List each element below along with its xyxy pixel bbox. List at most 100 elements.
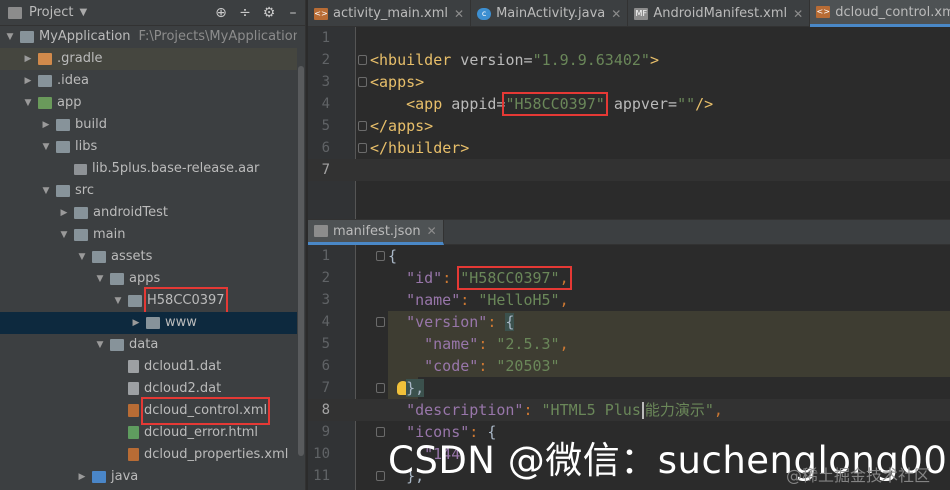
chevron-right-icon[interactable]: ▶ — [58, 202, 70, 224]
code-line: 1{ — [321, 247, 398, 265]
tree-item-androidtest[interactable]: ▶ androidTest — [0, 202, 297, 224]
chevron-down-icon[interactable]: ▼ — [58, 224, 70, 246]
chevron-right-icon[interactable]: ▶ — [40, 114, 52, 136]
tree-item-h58cc0397[interactable]: ▼ H58CC0397 — [0, 287, 297, 315]
close-icon[interactable]: ✕ — [454, 7, 464, 21]
appid-highlight-box: H58CC0397 — [144, 287, 228, 315]
archive-file-icon — [74, 164, 87, 175]
tree-item-app[interactable]: ▼ app — [0, 92, 297, 114]
appid-value-highlight-box: "H58CC0397" — [502, 92, 608, 116]
tree-item-dcloud-properties-xml[interactable]: dcloud_properties.xml — [0, 444, 297, 466]
tab-dcloud-control-xml[interactable]: <>dcloud_control.xml✕ — [810, 0, 950, 27]
folder-icon — [110, 339, 124, 351]
tree-item-data[interactable]: ▼ data — [0, 334, 297, 356]
scrollbar-thumb[interactable] — [298, 66, 304, 456]
folder-icon — [74, 229, 88, 241]
manifest-file-icon: MF — [634, 7, 649, 20]
tree-item-dcloud-error-html[interactable]: dcloud_error.html — [0, 422, 297, 444]
tree-item-build[interactable]: ▶ build — [0, 114, 297, 136]
project-icon — [8, 6, 22, 19]
close-icon[interactable]: ✕ — [793, 7, 803, 21]
file-icon — [128, 360, 139, 373]
tab-androidmanifest-xml[interactable]: MF AndroidManifest.xml ✕ — [628, 0, 811, 27]
folder-icon — [74, 207, 88, 219]
project-scrollbar[interactable] — [297, 26, 305, 490]
xml-editor[interactable]: 1 2 <hbuilder version="1.9.9.63402"> 3 <ap… — [308, 27, 950, 219]
tree-item-aar[interactable]: lib.5plus.base-release.aar — [0, 158, 297, 180]
tree-item-dcloud1-dat[interactable]: dcloud1.dat — [0, 356, 297, 378]
close-icon[interactable]: ✕ — [427, 224, 437, 238]
chevron-down-icon[interactable]: ▼ — [40, 180, 52, 202]
html-file-icon — [128, 426, 139, 439]
chevron-down-icon[interactable]: ▼ — [79, 7, 87, 18]
code-line: 3 <apps> — [321, 73, 425, 91]
code-line: 4 <app appid="H58CC0397" appver=""/> — [321, 92, 714, 116]
chevron-right-icon[interactable]: ▶ — [130, 312, 142, 334]
fold-marker-icon[interactable] — [376, 383, 385, 393]
fold-marker-icon[interactable] — [358, 121, 367, 131]
code-line: 2 "id": "H58CC0397", — [321, 266, 572, 290]
project-panel-header: Project ▼ ⊕ ÷ ⚙ – — [0, 0, 305, 26]
tree-item-apps[interactable]: ▼ apps — [0, 268, 297, 290]
chevron-right-icon[interactable]: ▶ — [22, 48, 34, 70]
chevron-down-icon[interactable]: ▼ — [112, 290, 124, 312]
chevron-down-icon[interactable]: ▼ — [76, 246, 88, 268]
xml-file-icon: <> — [816, 6, 831, 18]
code-line: 7 }, — [321, 379, 425, 397]
tab-manifest-json[interactable]: manifest.json ✕ — [308, 220, 444, 245]
code-line: 5 "name": "2.5.3", — [321, 335, 569, 353]
tree-item-main[interactable]: ▼ main — [0, 224, 297, 246]
tree-item-dcloud2-dat[interactable]: dcloud2.dat — [0, 378, 297, 400]
folder-icon — [38, 75, 52, 87]
watermark-small-text: @稀土掘金技术社区 — [786, 466, 931, 485]
settings-icon[interactable]: ⚙ — [257, 5, 281, 21]
fold-marker-icon[interactable] — [376, 251, 385, 261]
close-icon[interactable]: ✕ — [611, 7, 621, 21]
tree-item-libs[interactable]: ▼ libs — [0, 136, 297, 158]
file-icon — [128, 382, 139, 395]
folder-icon — [110, 273, 124, 285]
code-line-current: 7 — [308, 159, 950, 181]
tree-item-java[interactable]: ▶ java — [0, 466, 297, 488]
editor-tab-bar-split: manifest.json ✕ — [308, 219, 950, 245]
xml-file-icon — [128, 404, 139, 417]
module-folder-icon — [20, 31, 34, 43]
code-line-current: 8 "description": "HTML5 Plus 能力演示", — [308, 399, 950, 421]
tree-item-idea[interactable]: ▶ .idea — [0, 70, 297, 92]
module-folder-icon — [38, 97, 52, 109]
chevron-right-icon[interactable]: ▶ — [22, 70, 34, 92]
folder-icon — [146, 317, 160, 329]
locate-file-icon[interactable]: ⊕ — [209, 5, 233, 21]
chevron-down-icon[interactable]: ▼ — [40, 136, 52, 158]
control-xml-highlight-box: dcloud_control.xml — [140, 397, 271, 425]
fold-marker-icon[interactable] — [358, 77, 367, 87]
folder-icon — [92, 251, 106, 263]
fold-marker-icon[interactable] — [358, 143, 367, 153]
fold-marker-icon[interactable] — [358, 55, 367, 65]
fold-marker-icon[interactable] — [376, 471, 385, 481]
tree-item-src[interactable]: ▼ src — [0, 180, 297, 202]
xml-file-icon: <> — [314, 7, 328, 20]
fold-marker-icon[interactable] — [376, 317, 385, 327]
tree-item-assets[interactable]: ▼ assets — [0, 246, 297, 268]
code-line: 3 "name": "HelloH5", — [321, 291, 569, 309]
chevron-down-icon[interactable]: ▼ — [4, 26, 16, 48]
collapse-all-icon[interactable]: ÷ — [233, 5, 257, 21]
tree-item-myapplication[interactable]: ▼ MyApplication F:\Projects\MyApplication — [0, 26, 301, 48]
xml-file-icon — [128, 448, 139, 461]
chevron-down-icon[interactable]: ▼ — [94, 268, 106, 290]
tab-mainactivity-java[interactable]: c MainActivity.java ✕ — [471, 0, 629, 27]
hide-panel-icon[interactable]: – — [281, 5, 305, 21]
tree-item-gradle[interactable]: ▶ .gradle — [0, 48, 297, 70]
code-line: 6 "code": "20503" — [321, 357, 560, 375]
tab-activity-main-xml[interactable]: <> activity_main.xml ✕ — [308, 0, 472, 27]
chevron-down-icon[interactable]: ▼ — [22, 92, 34, 114]
chevron-right-icon[interactable]: ▶ — [76, 466, 88, 488]
tree-item-dcloud-control-xml[interactable]: dcloud_control.xml — [0, 397, 297, 425]
folder-icon — [56, 119, 70, 131]
fold-marker-icon[interactable] — [376, 427, 385, 437]
tree-item-www[interactable]: ▶ www — [0, 312, 297, 334]
project-view-selector[interactable]: Project — [29, 5, 73, 20]
chevron-down-icon[interactable]: ▼ — [94, 334, 106, 356]
java-class-icon: c — [477, 7, 492, 20]
